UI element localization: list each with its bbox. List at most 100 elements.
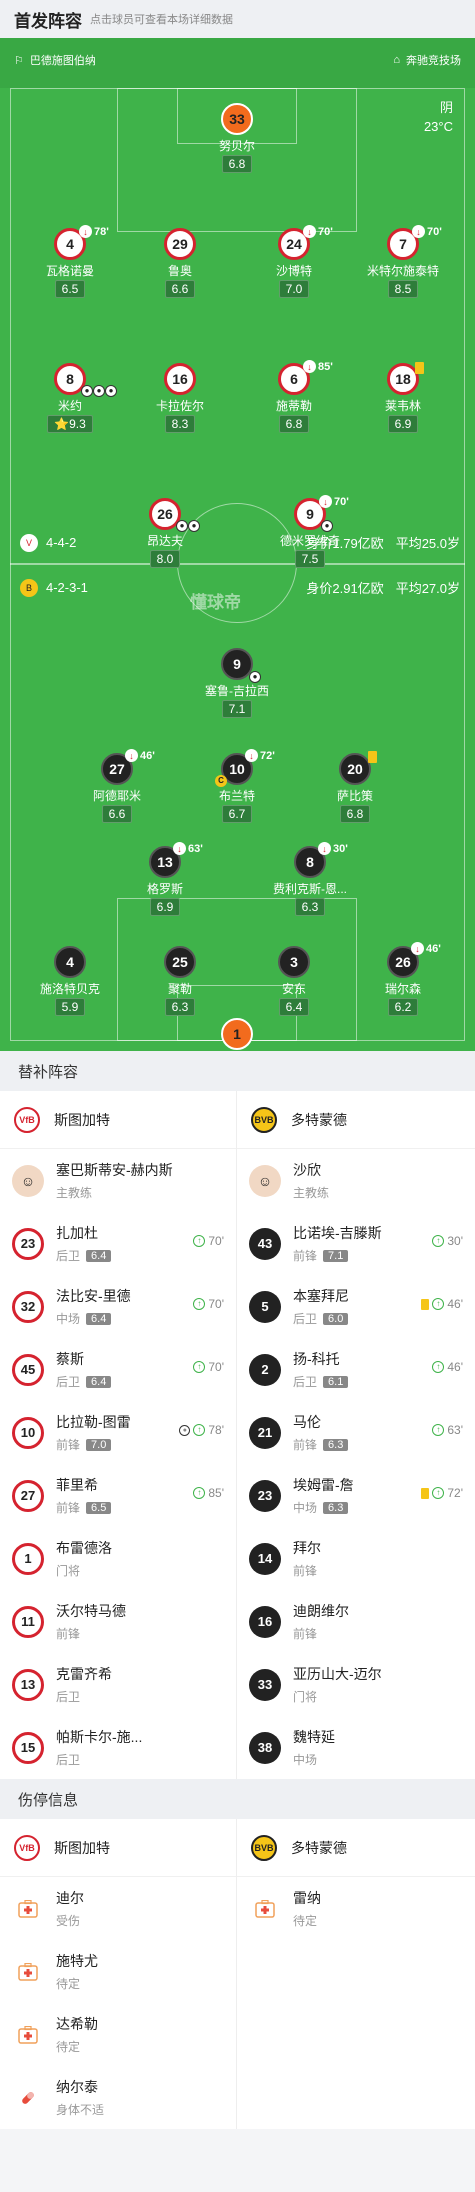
player-number: 13 ↓ 63' [149, 842, 203, 878]
sub-player-row[interactable]: 27 菲里希 前锋 6.5 ↑ 85' [0, 1464, 236, 1527]
pitch-player[interactable]: 3 安东 6.4 [234, 946, 354, 1016]
pitch-player[interactable]: 26 ↓ 46' 瑞尔森 6.2 [343, 942, 463, 1016]
injury-row[interactable]: 迪尔 受伤 [0, 1877, 236, 1940]
sub-player-row[interactable]: 45 蔡斯 后卫 6.4 ↑ 70' [0, 1338, 236, 1401]
injury-status: 待定 [56, 2040, 81, 2054]
pitch-player[interactable]: 9 ● 塞鲁-吉拉西 7.1 [177, 648, 297, 718]
sub-player-row[interactable]: 10 比拉勒-图雷 前锋 7.0 ● ↑ 78' [0, 1401, 236, 1464]
sub-on-marker: ↑ 46' [432, 1360, 463, 1374]
sub-player-row[interactable]: 11 沃尔特马德 前锋 [0, 1590, 236, 1653]
pitch-player[interactable]: 18 莱韦林 6.9 [343, 362, 463, 433]
sub-player-row[interactable]: 5 本塞拜尼 后卫 6.0 ↑ 46' [237, 1275, 475, 1338]
coach-avatar: ☺ [12, 1164, 44, 1197]
injured-player-name: 纳尔泰 [56, 2079, 98, 2095]
player-name: 沙博特 [275, 264, 312, 278]
vfb-logo-icon: VfB [14, 1106, 40, 1133]
sub-off-marker: ↓ 85' [303, 360, 333, 373]
first-aid-icon [12, 1893, 44, 1925]
player-rating: 8.3 [164, 415, 196, 433]
player-number: 18 [387, 362, 424, 395]
sub-player-row[interactable]: 2 扬-科托 后卫 6.1 ↑ 46' [237, 1338, 475, 1401]
pitch-player[interactable]: 20 萨比策 6.8 [295, 751, 415, 823]
sub-in-icon: ↑ [432, 1298, 445, 1310]
goal-ball-icon: ● [176, 520, 188, 532]
sub-in-icon: ↑ [432, 1361, 445, 1373]
injury-row[interactable]: 施特尤 待定 [0, 1940, 236, 2003]
sub-player-row[interactable]: 13 克雷齐希 后卫 [0, 1653, 236, 1716]
pitch-player[interactable]: 9 ↓ 70' ● 德米罗维奇 7.5 [250, 495, 370, 568]
sub-in-icon: ↑ [432, 1424, 445, 1436]
away-injury-header: BVB 多特蒙德 [237, 1819, 475, 1877]
player-rating: 6.2 [387, 998, 419, 1016]
player-name: 鲁奥 [167, 264, 192, 278]
pitch-player[interactable]: 33 努贝尔 6.8 [177, 103, 297, 173]
sub-player-name: 扬-科托 [293, 1351, 340, 1367]
pitch-player[interactable]: 6 ↓ 85' 施蒂勒 6.8 [234, 360, 354, 433]
home-coach[interactable]: ☺ 塞巴斯蒂安-赫内斯 主教练 [0, 1149, 236, 1212]
player-name: 卡拉佐尔 [155, 399, 204, 413]
injury-row[interactable]: 雷纳 待定 [237, 1877, 475, 1940]
injury-section-title: 伤停信息 [0, 1779, 475, 1819]
away-subs: BVB 多特蒙德 ☺ 沙欣 主教练 43 比诺埃-吉滕斯 前锋 7.1 ↑ 30' 5 本塞拜尼后… [237, 1091, 475, 1779]
sub-player-row[interactable]: 14 拜尔 前锋 [237, 1527, 475, 1590]
injury-row[interactable]: 纳尔泰 身体不适 [0, 2066, 236, 2129]
sub-player-row[interactable]: 16 迪朗维尔 前锋 [237, 1590, 475, 1653]
sub-player-rating: 6.3 [323, 1438, 349, 1451]
sub-player-rating: 6.0 [323, 1312, 349, 1325]
sub-player-row[interactable]: 15 帕斯卡尔-施... 后卫 [0, 1716, 236, 1779]
sub-off-marker: ↓ 72' [245, 749, 275, 762]
pitch-player[interactable]: 25 聚勒 6.3 [120, 946, 240, 1016]
home-team-header[interactable]: VfB 斯图加特 [0, 1091, 236, 1149]
sub-player-number: 13 [12, 1668, 44, 1701]
pitch-player[interactable]: 27 ↓ 46' 阿德耶米 6.6 [57, 749, 177, 823]
injured-player-name: 达希勒 [56, 2016, 98, 2032]
sub-player-row[interactable]: 23 扎加杜 后卫 6.4 ↑ 70' [0, 1212, 236, 1275]
pitch-player[interactable]: 4 施洛特贝克 5.9 [10, 946, 130, 1016]
player-name: 安东 [281, 982, 306, 996]
sub-player-row[interactable]: 32 法比安-里德 中场 6.4 ↑ 70' [0, 1275, 236, 1338]
captain-icon: C [215, 775, 227, 787]
player-name: 瓦格诺曼 [45, 264, 94, 278]
sub-player-number: 14 [249, 1542, 281, 1575]
away-injuries: BVB 多特蒙德 雷纳 待定 [237, 1819, 475, 2129]
injury-row[interactable]: 达希勒 待定 [0, 2003, 236, 2066]
pitch-player[interactable]: 26 ● ● 昂达夫 8.0 [105, 498, 225, 568]
player-number: 33 [221, 103, 253, 135]
sub-player-row[interactable]: 43 比诺埃-吉滕斯 前锋 7.1 ↑ 30' [237, 1212, 475, 1275]
player-rating: 8.5 [387, 280, 419, 298]
first-aid-icon [12, 2019, 44, 2051]
sub-player-position: 前锋 [293, 1438, 318, 1452]
pitch-player[interactable]: 8 ↓ 30' 费利克斯-恩... 6.3 [250, 842, 370, 916]
pitch-player[interactable]: 7 ↓ 70' 米特尔施泰特 8.5 [343, 225, 463, 298]
pitch-player[interactable]: 13 ↓ 63' 格罗斯 6.9 [105, 842, 225, 916]
sub-off-marker: ↓ 70' [319, 495, 349, 508]
home-stadium: ⚐ 巴德施图伯纳 [14, 54, 96, 68]
pitch-player[interactable]: 4 ↓ 78' 瓦格诺曼 6.5 [10, 225, 130, 298]
home-injuries: VfB 斯图加特 迪尔 受伤 施特尤 待定 达希勒 待定 纳尔泰 身体不适 [0, 1819, 237, 2129]
pitch-player[interactable]: 8 ● ● ● 米约 ⭐9.3 [10, 363, 130, 433]
pitch-player[interactable]: 1格雷戈-科贝尔6.3 [177, 1018, 297, 1051]
pitch-player[interactable]: 24 ↓ 70' 沙博特 7.0 [234, 225, 354, 298]
sub-off-marker: ↓ 30' [318, 842, 348, 855]
sub-player-name: 布雷德洛 [56, 1540, 112, 1556]
goal-ball-icon: ● [321, 520, 333, 532]
sub-player-name: 扎加杜 [56, 1225, 98, 1241]
away-team-header[interactable]: BVB 多特蒙德 [237, 1091, 475, 1149]
away-coach[interactable]: ☺ 沙欣 主教练 [237, 1149, 475, 1212]
sub-player-row[interactable]: 33 亚历山大-迈尔 门将 [237, 1653, 475, 1716]
sub-on-marker: ↑ 46' [421, 1297, 463, 1311]
sub-player-rating: 6.4 [86, 1249, 112, 1262]
pitch-player[interactable]: 29 鲁奥 6.6 [120, 228, 240, 298]
sub-player-number: 32 [12, 1290, 44, 1323]
pitch-player[interactable]: 16 卡拉佐尔 8.3 [120, 363, 240, 433]
pitch-player[interactable]: 10 ↓ 72' C 布兰特 6.7 [177, 749, 297, 823]
player-number: 3 [278, 946, 310, 978]
sub-player-row[interactable]: 38 魏特延 中场 [237, 1716, 475, 1779]
sub-player-position: 后卫 [56, 1375, 81, 1389]
sub-player-row[interactable]: 21 马伦 前锋 6.3 ↑ 63' [237, 1401, 475, 1464]
sub-on-marker: ↑ 72' [421, 1486, 463, 1500]
sub-player-row[interactable]: 23 埃姆雷-詹 中场 6.3 ↑ 72' [237, 1464, 475, 1527]
subs-table: VfB 斯图加特 ☺ 塞巴斯蒂安-赫内斯 主教练 23 扎加杜 后卫 6.4 ↑ 70' 32 法… [0, 1091, 475, 1779]
sub-player-row[interactable]: 1 布雷德洛 门将 [0, 1527, 236, 1590]
player-name: 施洛特贝克 [39, 982, 100, 996]
